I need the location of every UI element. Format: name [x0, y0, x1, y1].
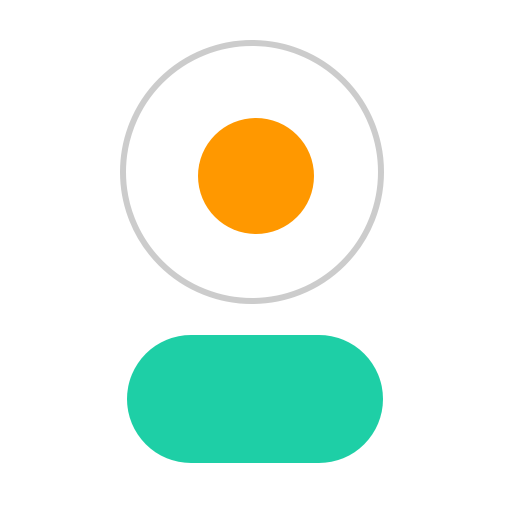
app-icon-canvas	[0, 0, 512, 512]
orange-dot-icon	[198, 118, 314, 234]
green-pill-icon	[127, 335, 383, 463]
